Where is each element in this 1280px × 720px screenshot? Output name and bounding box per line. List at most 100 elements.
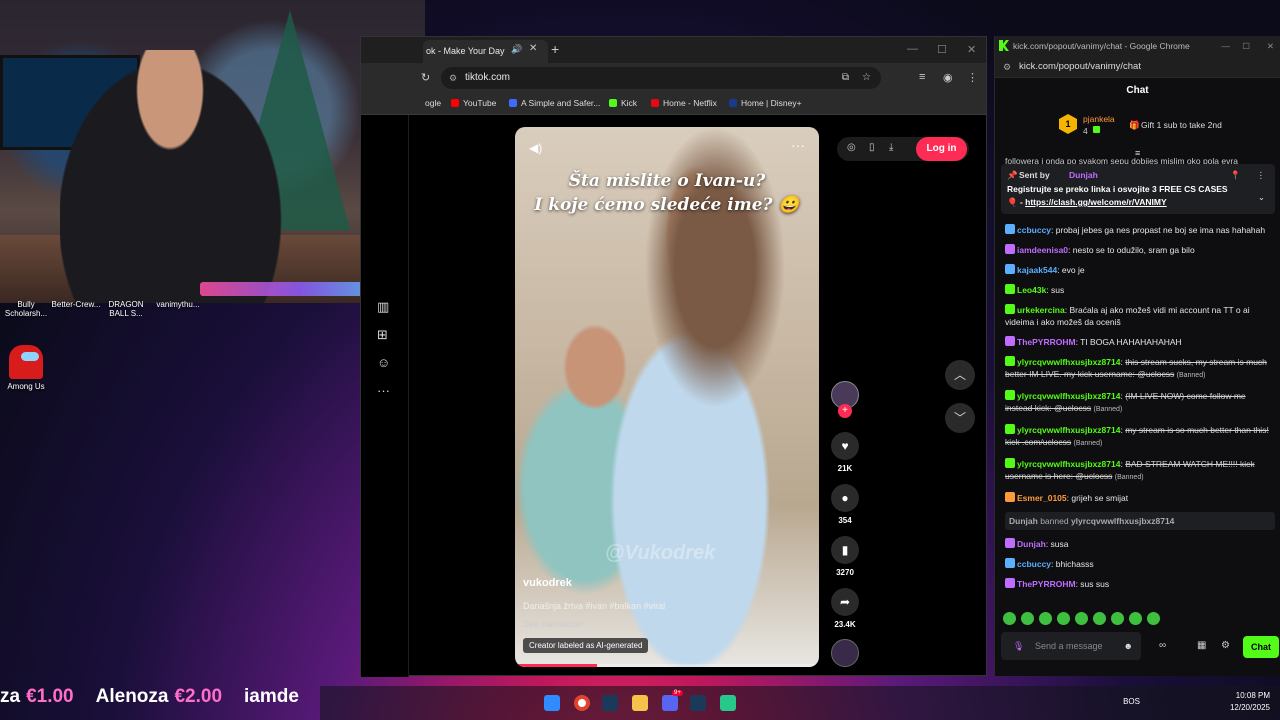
video-player[interactable]: ◀) ··· Šta mislite o Ivan-u? I koje ćemo… (515, 127, 819, 667)
steam-icon[interactable] (690, 695, 706, 711)
device-icon[interactable]: ▯ (869, 142, 875, 153)
chat-username[interactable]: Leo43k (1017, 285, 1046, 295)
chat-input-field[interactable]: 🎙 Send a message ☻ (1001, 632, 1141, 660)
bookmark-simple-safer[interactable]: A Simple and Safer... (509, 98, 600, 108)
emote-icon[interactable] (1075, 612, 1088, 625)
mic-icon[interactable]: 🎙 (1013, 632, 1024, 660)
emote-icon[interactable] (1021, 612, 1034, 625)
activity-icon[interactable]: ▥ (377, 299, 389, 315)
more-options-icon[interactable]: ··· (791, 137, 805, 153)
maximize-icon[interactable]: ☐ (937, 43, 947, 56)
coin-icon[interactable]: ◎ (847, 142, 856, 153)
save-button[interactable]: ▮ 3270 (829, 536, 861, 577)
profile-icon[interactable]: ◉ (943, 71, 953, 84)
chat-username[interactable]: ThePYRROHM (1017, 579, 1076, 589)
bookmark-netflix[interactable]: Home - Netflix (651, 98, 717, 108)
speaker-icon[interactable]: 🔊 (511, 44, 522, 55)
top-gifter-name[interactable]: pjankela (1083, 114, 1115, 124)
close-icon[interactable]: ✕ (967, 43, 976, 56)
points-icon[interactable]: ∞ (1159, 640, 1166, 651)
music-disc-icon[interactable] (831, 639, 859, 667)
ban-notice-target[interactable]: ylyrcqvwwlfhxusjbxz8714 (1071, 516, 1174, 526)
chat-username[interactable]: ylyrcqvwwlfhxusjbxz8714 (1017, 425, 1120, 435)
share-button[interactable]: ➦ 23.4K (829, 588, 861, 629)
gift-sub-text[interactable]: Gift 1 sub to take 2nd (1141, 120, 1222, 130)
like-button[interactable]: ♥ 21K (829, 432, 861, 473)
tab-close-icon[interactable]: ✕ (529, 43, 537, 54)
chat-username[interactable]: ylyrcqvwwlfhxusjbxz8714 (1017, 459, 1120, 469)
minimize-icon[interactable]: — (1222, 36, 1231, 56)
video-author[interactable]: vukodrek (523, 577, 572, 589)
bookmark-disney[interactable]: Home | Disney+ (729, 98, 802, 108)
more-icon[interactable]: ··· (377, 383, 390, 398)
pinned-sender[interactable]: Dunjah (1069, 170, 1098, 180)
site-info-icon[interactable]: ⚙ (449, 67, 457, 89)
menu-icon[interactable]: ⋮ (967, 71, 978, 84)
chat-username[interactable]: ylyrcqvwwlfhxusjbxz8714 (1017, 357, 1120, 367)
profile-icon[interactable]: ☺ (377, 355, 390, 370)
url-field[interactable]: ⚙ tiktok.com ⧉ ☆ (441, 67, 881, 89)
steam-icon[interactable] (602, 695, 618, 711)
chat-send-button[interactable]: Chat (1243, 636, 1279, 658)
site-info-icon[interactable]: ⚙ (1003, 56, 1011, 78)
chat-username[interactable]: urkekercina (1017, 305, 1065, 315)
volume-icon[interactable]: ◀) (529, 141, 542, 155)
chat-username[interactable]: ccbuccy (1017, 225, 1051, 235)
bookmark-kick[interactable]: Kick (609, 98, 637, 108)
chrome-icon[interactable] (574, 695, 590, 711)
emote-icon[interactable] (1057, 612, 1070, 625)
chat-url-bar[interactable]: ⚙ kick.com/popout/vanimy/chat (995, 56, 1280, 78)
system-tray[interactable]: BOS 10:08 PM 12/20/2025 (1123, 690, 1270, 714)
emote-icon[interactable] (1003, 612, 1016, 625)
upload-icon[interactable]: ⊞ (377, 327, 388, 343)
video-progress-bar[interactable] (515, 664, 819, 667)
chat-username[interactable]: ThePYRROHM (1017, 337, 1076, 347)
follow-plus-icon[interactable]: + (838, 404, 852, 418)
emote-icon[interactable] (1093, 612, 1106, 625)
emote-icon[interactable] (1039, 612, 1052, 625)
maximize-icon[interactable]: ☐ (1242, 36, 1250, 56)
emote-icon[interactable] (1147, 612, 1160, 625)
desktop-icon-bully[interactable]: Bully Scholarsh... (0, 300, 52, 318)
bookmark-google[interactable]: ogle (425, 98, 441, 108)
bookmark-youtube[interactable]: YouTube (451, 98, 496, 108)
emoji-icon[interactable]: ☻ (1124, 632, 1133, 660)
emote-icon[interactable] (1129, 612, 1142, 625)
minimize-icon[interactable]: — (907, 43, 918, 55)
pinned-link[interactable]: https://clash.gg/welcome/r/VANIMY (1025, 197, 1167, 207)
discord-icon[interactable] (662, 695, 678, 711)
see-translation-link[interactable]: See translation (523, 619, 583, 629)
chat-username[interactable]: ccbuccy (1017, 559, 1051, 569)
emote-icon[interactable] (1111, 612, 1124, 625)
more-options-icon[interactable]: ⋮ (1257, 170, 1266, 181)
chat-username[interactable]: ylyrcqvwwlfhxusjbxz8714 (1017, 391, 1120, 401)
chat-username[interactable]: Dunjah (1017, 539, 1046, 549)
chat-username[interactable]: Esmer_0105 (1017, 493, 1067, 503)
login-button[interactable]: Log in (916, 137, 967, 161)
desktop-icon-among-us[interactable]: Among Us (0, 345, 52, 391)
desktop-icon-vanimy[interactable]: vanimythu... (152, 300, 204, 309)
desktop-icon-dragon-ball[interactable]: DRAGON BALL S... (100, 300, 152, 318)
download-icon[interactable]: ⤓ (889, 142, 893, 153)
chevron-up-icon[interactable]: ︿ (945, 360, 975, 390)
chat-username[interactable]: iamdeenisa0 (1017, 245, 1068, 255)
windows-start-icon[interactable] (544, 695, 560, 711)
store-icon[interactable]: ▦ (1197, 640, 1206, 651)
reload-icon[interactable]: ↻ (421, 71, 430, 84)
comment-button[interactable]: ● 354 (829, 484, 861, 525)
install-app-icon[interactable]: ⧉ (842, 67, 849, 89)
unpin-icon[interactable]: 📍 (1230, 170, 1241, 181)
new-tab-icon[interactable]: + (551, 41, 559, 57)
chevron-down-icon[interactable]: ﹀ (945, 403, 975, 433)
ban-notice-moderator[interactable]: Dunjah (1009, 516, 1038, 526)
app-icon[interactable] (720, 695, 736, 711)
close-icon[interactable]: ✕ (1267, 36, 1274, 56)
desktop-icon-better-crew[interactable]: Better-Crew... (50, 300, 102, 309)
file-explorer-icon[interactable] (632, 695, 648, 711)
settings-gear-icon[interactable]: ⚙ (1221, 640, 1230, 651)
bookmark-star-icon[interactable]: ☆ (862, 67, 871, 89)
chat-username[interactable]: kajaak544 (1017, 265, 1057, 275)
media-control-icon[interactable]: ≡ (919, 71, 925, 83)
chevron-down-icon[interactable]: ⌄ (1258, 192, 1265, 203)
language-indicator[interactable]: BOS (1123, 696, 1140, 708)
